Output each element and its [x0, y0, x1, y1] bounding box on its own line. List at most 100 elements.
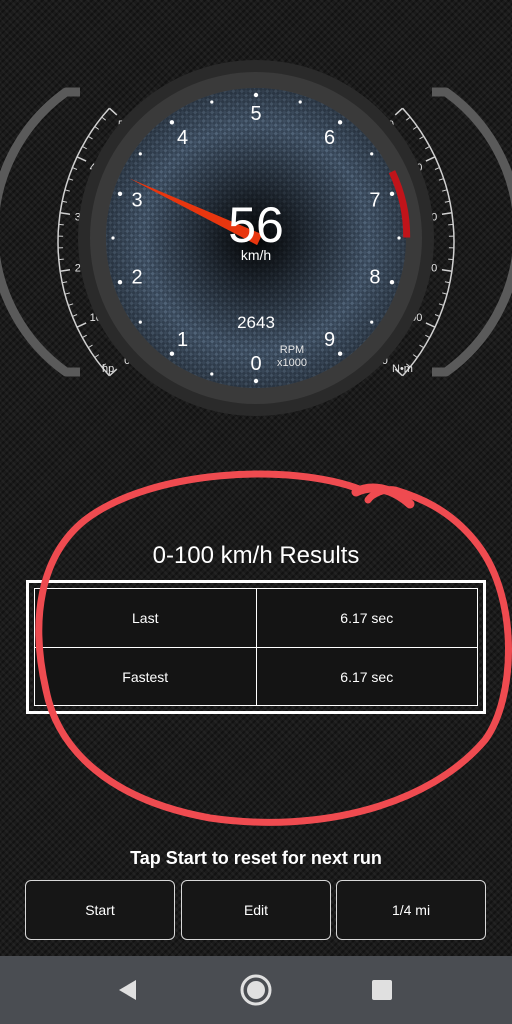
rpm-tick — [253, 92, 259, 98]
rpm-label: 7 — [369, 189, 380, 211]
rpm-label: 8 — [369, 267, 380, 289]
side-scale-tick — [64, 189, 70, 192]
side-scale-tick — [441, 269, 453, 272]
start-button[interactable]: Start — [25, 880, 175, 940]
power-gauge-bracket — [0, 87, 80, 377]
rpm-tick — [138, 152, 142, 156]
result-value-last: 6.17 sec — [255, 589, 477, 647]
results-grid: Last 6.17 sec Fastest 6.17 sec — [34, 588, 478, 706]
rpm-tick — [397, 236, 401, 240]
rpm-tick — [138, 320, 142, 324]
rpm-tick — [337, 120, 343, 125]
side-scale-tick — [72, 314, 78, 317]
side-scale-tick — [442, 292, 448, 295]
side-scale-tick — [394, 107, 404, 116]
rpm-tick — [210, 100, 214, 104]
side-scale-tick — [58, 258, 64, 261]
side-scale-tick — [444, 200, 450, 203]
rpm-tick — [370, 152, 374, 156]
side-scale-tick — [438, 178, 444, 181]
side-scale-tick — [444, 281, 450, 284]
side-scale-tick — [441, 212, 453, 215]
rpm-tick — [210, 372, 214, 376]
side-scale-tick — [425, 322, 436, 328]
side-scale-tick — [82, 145, 87, 150]
side-scale-tick — [87, 135, 93, 140]
table-row: Fastest 6.17 sec — [35, 647, 477, 705]
distance-button[interactable]: 1/4 mi — [336, 880, 486, 940]
side-scale-tick — [59, 212, 71, 215]
results-table: Last 6.17 sec Fastest 6.17 sec — [26, 580, 486, 714]
side-scale-tick — [108, 107, 118, 116]
side-scale-tick — [94, 126, 100, 130]
side-scale-tick — [412, 126, 418, 130]
side-scale-tick — [101, 116, 107, 121]
rpm-label: 4 — [177, 127, 188, 149]
rpm-tick — [117, 280, 123, 285]
rpm-tick — [253, 378, 259, 384]
rpm-tick — [370, 320, 374, 324]
rpm-tick — [389, 191, 395, 196]
reset-hint: Tap Start to reset for next run — [130, 848, 382, 868]
rpm-label: 0 — [250, 353, 261, 375]
side-scale-tick — [448, 223, 454, 226]
side-scale-tick — [442, 189, 448, 192]
side-scale-tick — [72, 167, 78, 170]
speed-value: 56 — [228, 197, 284, 253]
side-scale-tick — [438, 303, 444, 306]
home-icon[interactable] — [238, 972, 274, 1008]
android-nav-bar — [0, 956, 512, 1024]
side-scale-tick — [58, 223, 64, 226]
table-row: Last 6.17 sec — [35, 589, 477, 647]
back-icon[interactable] — [110, 972, 146, 1008]
side-scale-tick — [425, 145, 430, 150]
side-scale-tick — [434, 167, 440, 170]
rpm-tick — [389, 280, 395, 285]
side-scale-tick — [76, 156, 87, 162]
rpm-multiplier: x1000 — [277, 357, 307, 369]
rpm-tick — [169, 120, 175, 125]
rpm-tick — [117, 191, 123, 196]
speed-unit: km/h — [241, 247, 271, 263]
torque-gauge-bracket — [432, 87, 512, 377]
side-scale-tick — [405, 116, 411, 121]
rpm-label: 1 — [177, 329, 188, 351]
annotation-tail — [351, 483, 415, 509]
rpm-tick — [298, 100, 302, 104]
power-unit: hp — [102, 363, 114, 375]
rpm-label: 5 — [250, 103, 261, 125]
result-label-last: Last — [35, 589, 256, 647]
rpm-tick — [111, 236, 115, 240]
side-scale-tick — [62, 200, 68, 203]
side-scale-tick — [425, 334, 430, 339]
side-scale-tick — [412, 354, 418, 358]
rpm-label: 3 — [132, 189, 143, 211]
edit-button[interactable]: Edit — [181, 880, 331, 940]
side-scale-tick — [87, 344, 93, 349]
rpm-readout: 2643 — [237, 313, 275, 332]
side-scale-tick — [76, 322, 87, 328]
side-scale-tick — [434, 314, 440, 317]
result-label-fastest: Fastest — [35, 648, 256, 705]
rpm-label: 6 — [324, 127, 335, 149]
side-scale-tick — [448, 258, 454, 261]
side-scale-tick — [419, 344, 425, 349]
results-title: 0-100 km/h Results — [152, 542, 360, 569]
side-scale-tick — [425, 156, 436, 162]
side-scale-tick — [94, 354, 100, 358]
rpm-label: 9 — [324, 329, 335, 351]
recents-icon[interactable] — [364, 972, 400, 1008]
rpm-tick — [337, 351, 343, 356]
rpm-tick — [169, 351, 175, 356]
side-scale-tick — [64, 292, 70, 295]
side-scale-tick — [68, 178, 74, 181]
result-value-fastest: 6.17 sec — [255, 648, 477, 705]
gauge-cluster: 5004003002001000 5004003002001000 012345… — [0, 60, 512, 416]
torque-unit: N•m — [392, 363, 413, 375]
rpm-unit: RPM — [280, 344, 304, 356]
side-scale-tick — [59, 269, 71, 272]
side-scale-tick — [82, 334, 87, 339]
action-buttons: Start Edit 1/4 mi — [25, 880, 487, 942]
side-scale-tick — [68, 303, 74, 306]
side-scale-tick — [62, 281, 68, 284]
